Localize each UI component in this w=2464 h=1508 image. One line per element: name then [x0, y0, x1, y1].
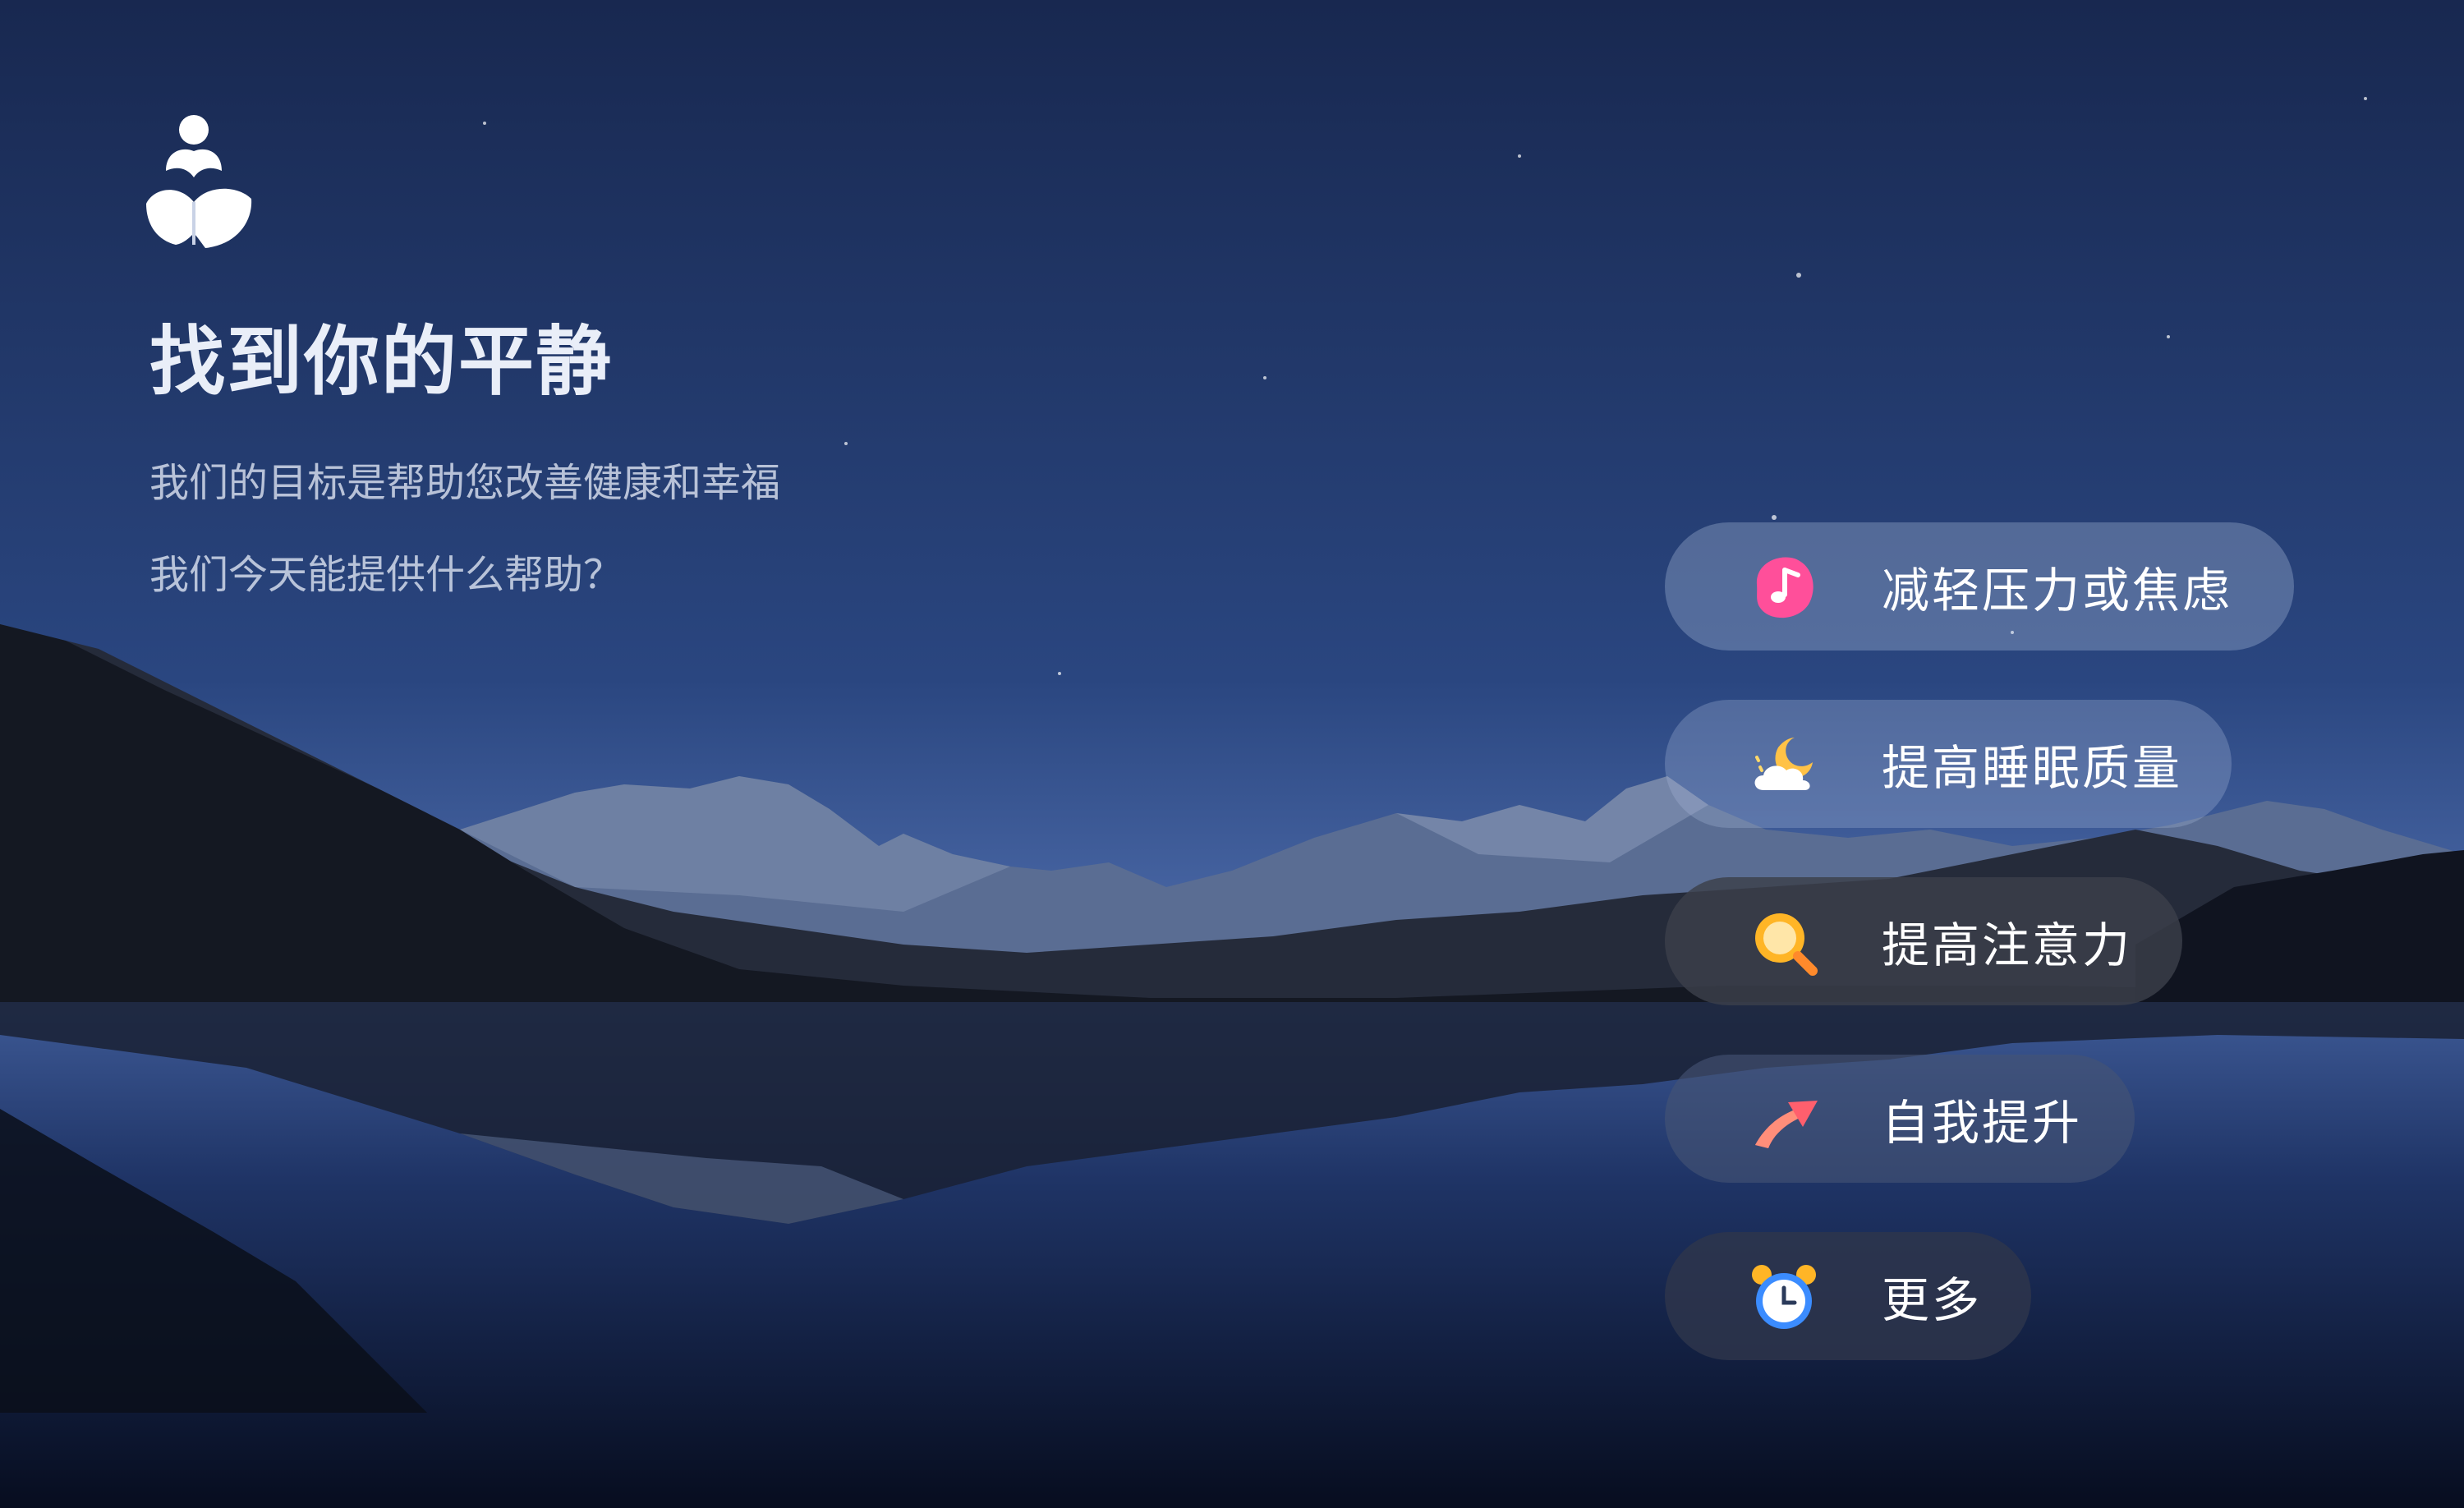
option-label: 自我提升: [1882, 1095, 2083, 1151]
subtitle-goal: 我们的目标是帮助您改善健康和幸福: [149, 460, 781, 506]
option-label: 减轻压力或焦虑: [1882, 563, 2233, 618]
rising-arrow-icon: [1755, 1101, 1818, 1148]
option-label: 提高注意力: [1882, 917, 2133, 973]
subtitle-question: 我们今天能提供什么帮助？: [149, 552, 623, 598]
option-improve-sleep[interactable]: 提高睡眠质量: [1665, 700, 2232, 828]
page-title: 找到你的平静: [149, 318, 614, 406]
option-improve-focus[interactable]: 提高注意力: [1665, 877, 2182, 1005]
cloud-moon-icon: [1754, 738, 1813, 790]
magnifier-icon: [1755, 913, 1818, 976]
option-more[interactable]: 更多: [1665, 1232, 2031, 1360]
app-logo: [146, 115, 252, 248]
music-note-icon: [1756, 557, 1814, 618]
option-self-improvement[interactable]: 自我提升: [1665, 1055, 2135, 1183]
option-label: 提高睡眠质量: [1882, 740, 2183, 796]
option-label: 更多: [1882, 1272, 1983, 1328]
option-reduce-stress[interactable]: 减轻压力或焦虑: [1665, 522, 2294, 651]
alarm-clock-icon: [1752, 1265, 1816, 1329]
